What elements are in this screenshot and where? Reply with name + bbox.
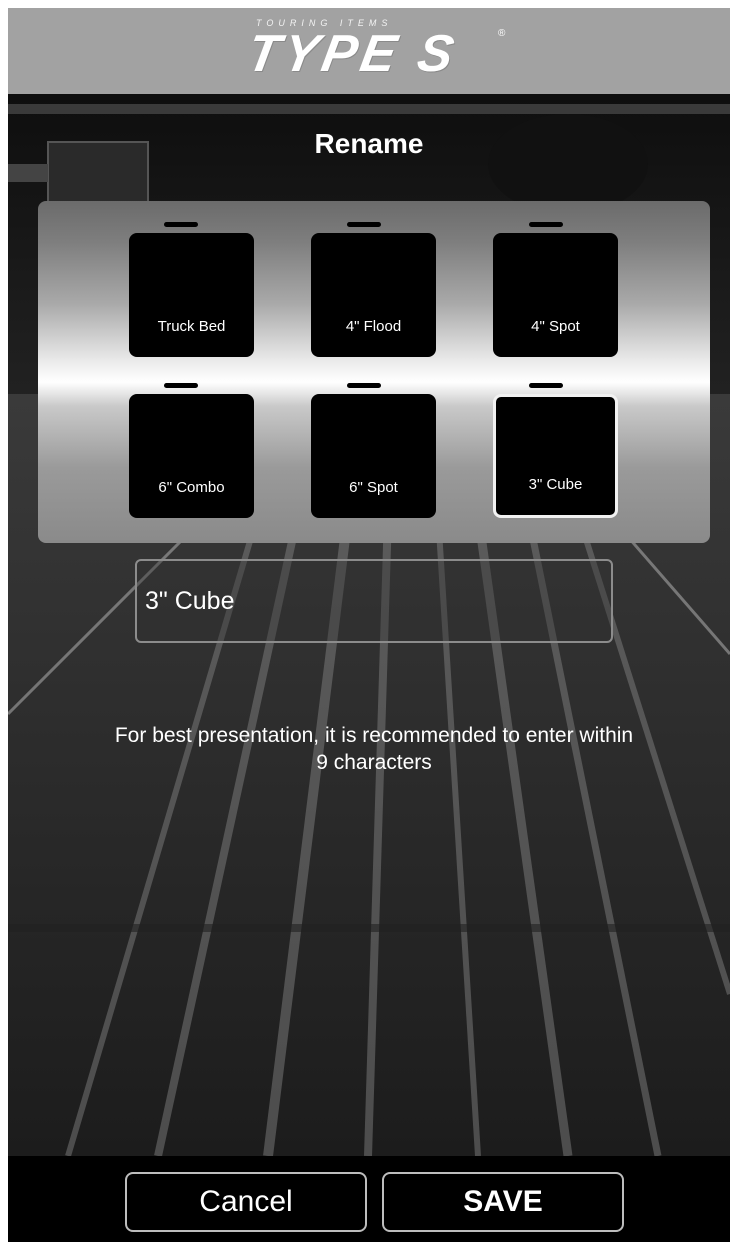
indicator-light bbox=[529, 383, 563, 388]
switch-label: 6" Combo bbox=[158, 479, 225, 496]
indicator-light bbox=[164, 222, 198, 227]
indicator-light bbox=[347, 383, 381, 388]
indicator-light bbox=[529, 222, 563, 227]
character-limit-hint: For best presentation, it is recommended… bbox=[114, 724, 634, 774]
button-layout-panel: Truck Bed 4" Flood 4" Spot 6" Combo 6" S… bbox=[38, 201, 710, 543]
cancel-button[interactable]: Cancel bbox=[125, 1172, 367, 1232]
switch-button-5[interactable]: 6" Spot bbox=[311, 394, 436, 518]
brand-name: TYPE S bbox=[242, 25, 463, 83]
bottom-action-bar: Cancel SAVE bbox=[8, 1156, 730, 1242]
indicator-light bbox=[347, 222, 381, 227]
switch-label: 4" Spot bbox=[531, 318, 580, 335]
brand-registered-mark: ® bbox=[498, 28, 506, 39]
switch-label: 3" Cube bbox=[528, 476, 583, 493]
page-title: Rename bbox=[314, 128, 424, 159]
brand-logo: TOURING ITEMS TYPE S ® bbox=[243, 18, 508, 88]
switch-button-6-selected[interactable]: 3" Cube bbox=[493, 394, 618, 518]
switch-label: Truck Bed bbox=[157, 318, 226, 335]
switch-button-3[interactable]: 4" Spot bbox=[493, 233, 618, 357]
app-screen: TOURING ITEMS TYPE S ® Rename Truck Bed … bbox=[8, 8, 730, 1242]
switch-button-1[interactable]: Truck Bed bbox=[129, 233, 254, 357]
switch-button-2[interactable]: 4" Flood bbox=[311, 233, 436, 357]
indicator-light bbox=[164, 383, 198, 388]
app-header: TOURING ITEMS TYPE S ® bbox=[8, 8, 730, 94]
save-button[interactable]: SAVE bbox=[382, 1172, 624, 1232]
switch-button-4[interactable]: 6" Combo bbox=[129, 394, 254, 518]
rename-input[interactable] bbox=[135, 559, 613, 643]
switch-label: 6" Spot bbox=[349, 479, 398, 496]
switch-label: 4" Flood bbox=[345, 318, 402, 335]
